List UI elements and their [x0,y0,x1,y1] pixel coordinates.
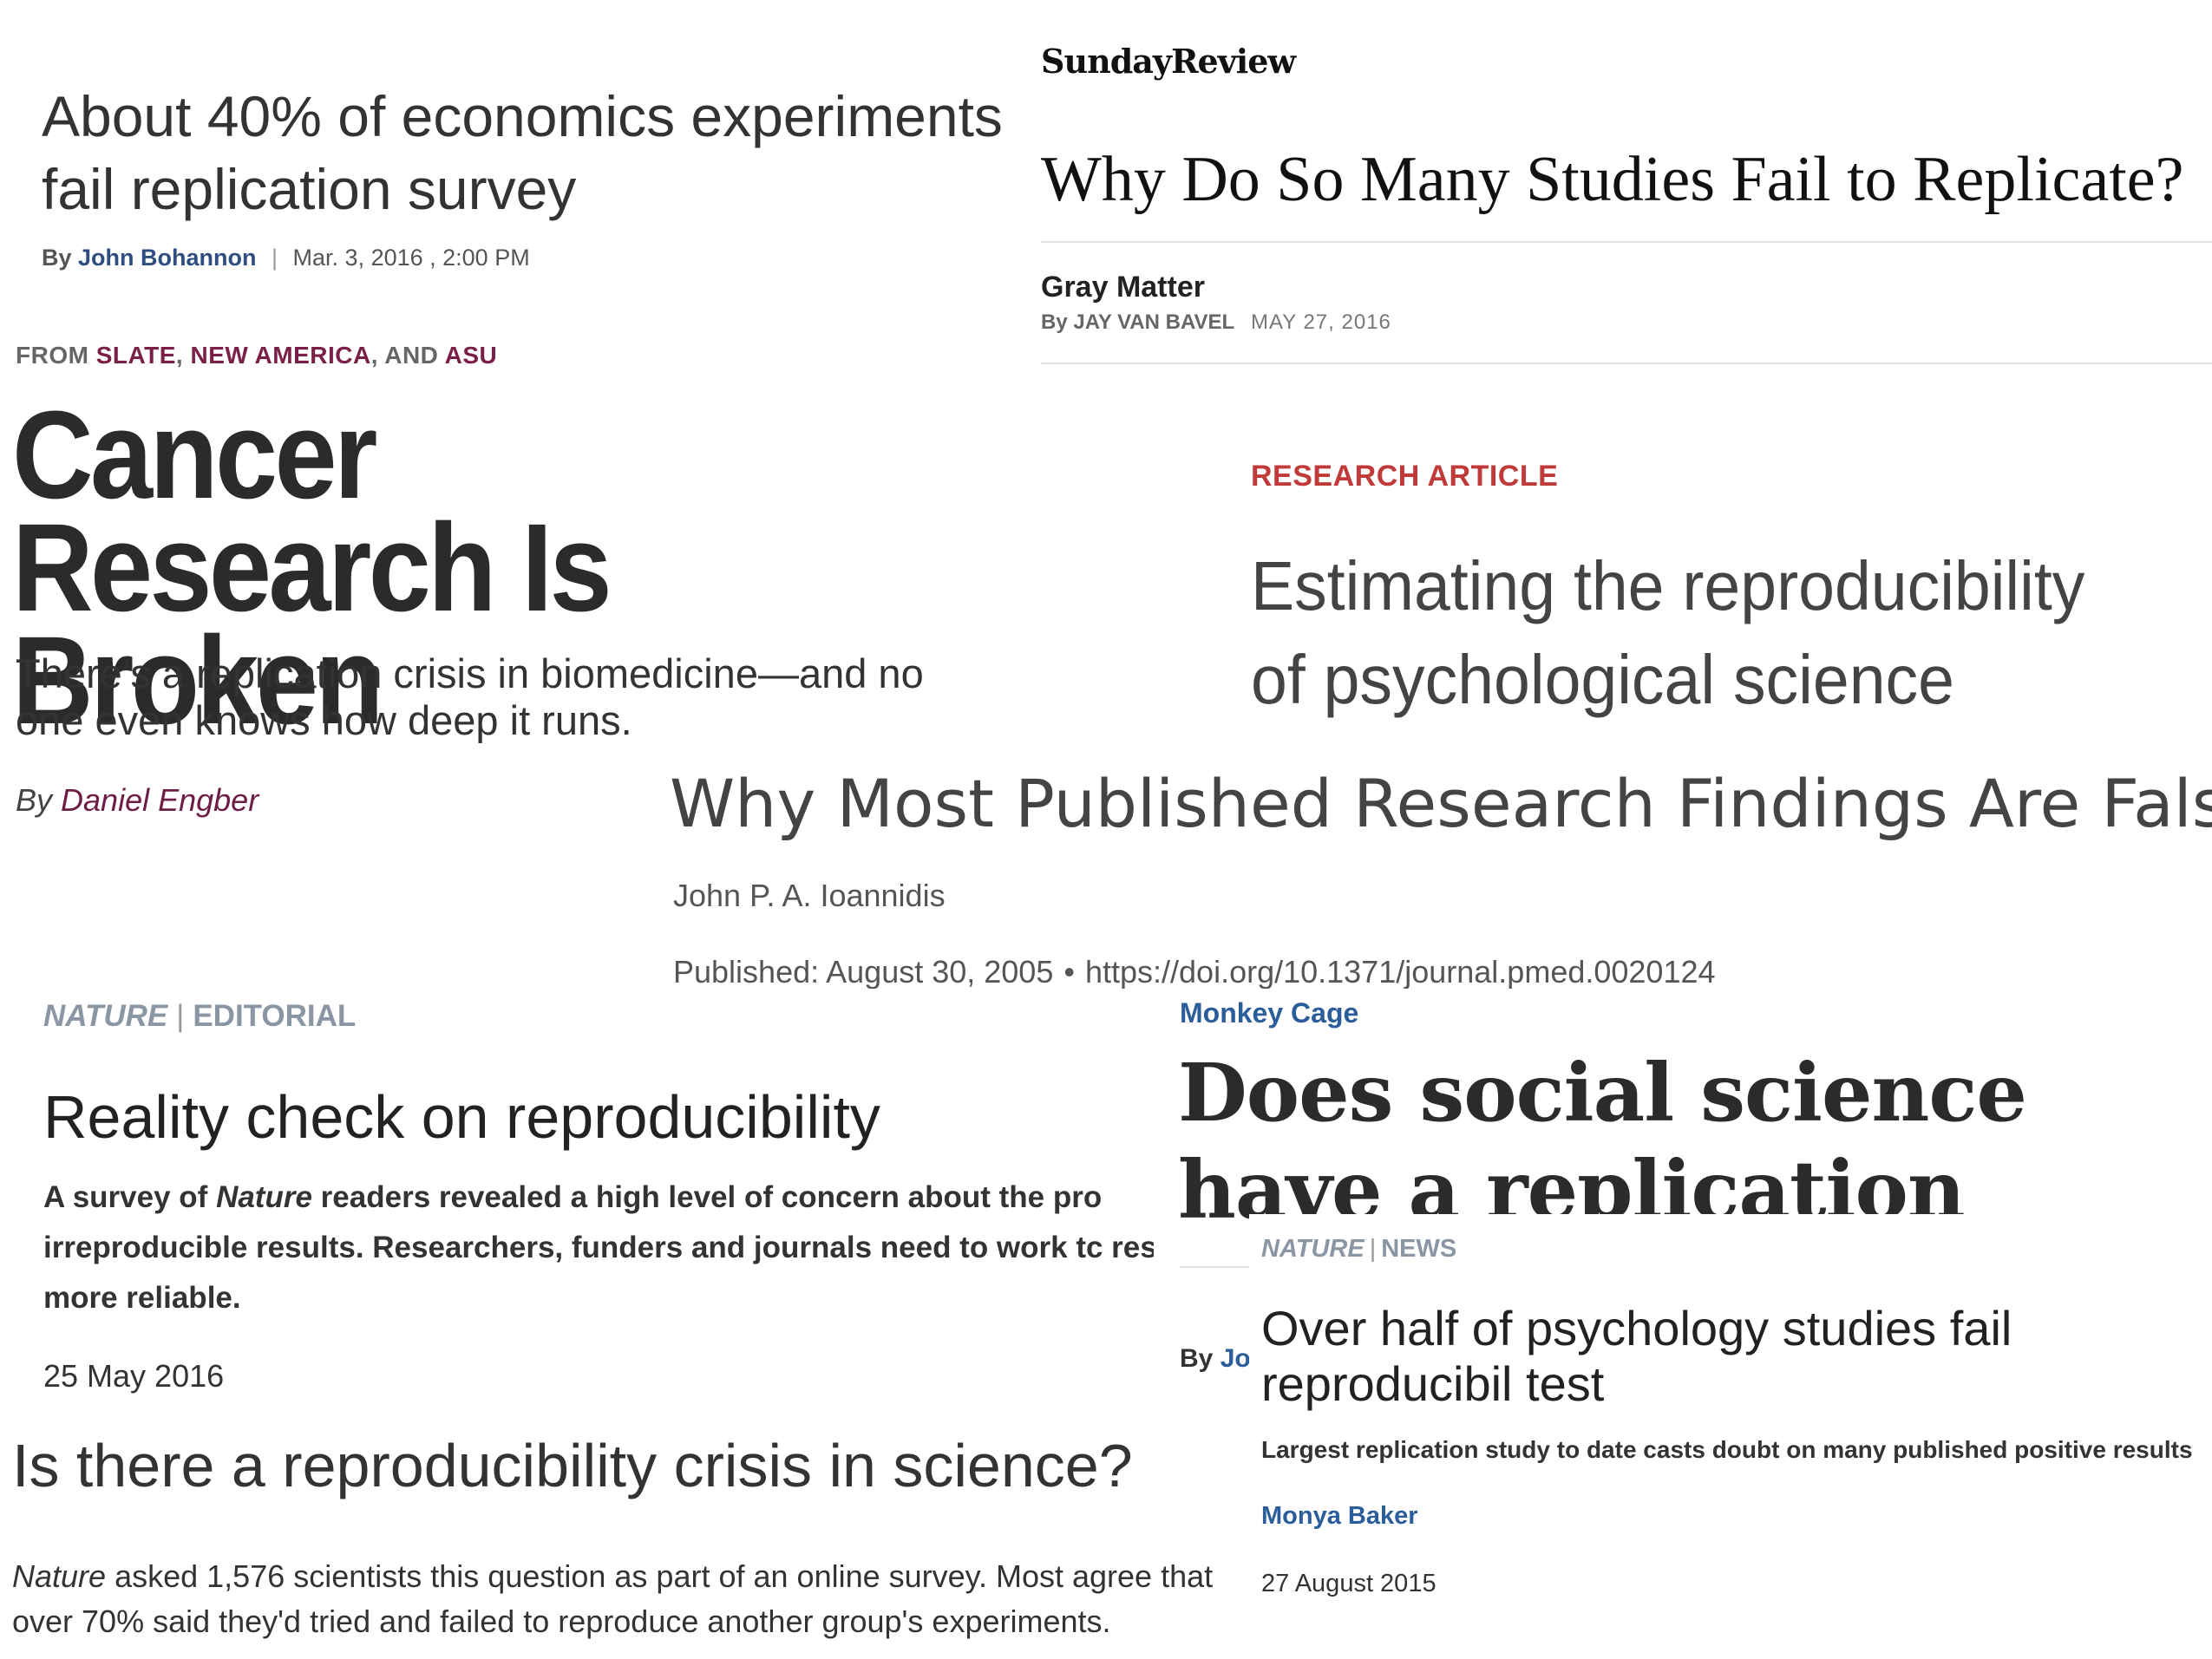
by-label: By [42,245,72,271]
author-link[interactable]: Monya Baker [1261,1502,1418,1531]
headline: Estimating the reproducibility of psycho… [1251,547,2085,718]
kicker: NATURE | EDITORIAL [43,999,356,1034]
byline: By JAY VAN BAVEL [1041,310,1235,334]
dek: There’s a replication crisis in biomedic… [16,650,924,743]
divider [1041,241,2212,243]
section-label: NEWS [1381,1235,1457,1263]
by-label: By [16,782,53,818]
brand-label: NATURE [1261,1235,1365,1263]
separator: | [1369,1235,1377,1263]
date: MAY 27, 2016 [1251,310,1391,334]
section-link[interactable]: Monkey Cage [1180,997,1358,1029]
kicker: NATURE | NEWS [1261,1235,1456,1264]
body-text: Nature asked 1,576 scientists this quest… [12,1554,1244,1644]
divider [1180,1266,1249,1268]
published-date: Published: August 30, 2005 [673,954,1054,990]
date: 27 August 2015 [1261,1570,1436,1597]
org-asu[interactable]: ASU [445,342,498,369]
headline: About 40% of economics experiments fail … [42,84,1003,221]
brand-label: NATURE [43,999,168,1033]
headline: Why Most Published Research Findings Are… [670,765,2212,842]
dek: A survey of Nature readers revealed a hi… [43,1172,1154,1323]
separator: | [176,999,185,1033]
section-name: SundayReview [1041,42,1296,81]
publication-meta: Published: August 30, 2005 • https://doi.o… [673,954,1716,990]
from-label: FROM [16,342,89,369]
and-label: , AND [370,342,439,369]
byline: By John Bohannon | Mar. 3, 2016 , 2:00 P… [42,245,530,271]
science-research-article-clipping: RESEARCH ARTICLE Estimating the reproduc… [1214,434,2212,746]
dek-part-2: readers revealed a high level of concern… [43,1180,1154,1315]
comma: , [175,342,184,369]
dateline: Mar. 3, 2016 , 2:00 PM [292,245,530,271]
nature-news-clipping: NATURE | NEWS Over half of psychology stud… [1249,1214,2212,1659]
org-new-america[interactable]: NEW AMERICA [190,342,370,369]
author-link[interactable]: Daniel Engber [61,782,259,818]
nature-editorial-clipping: NATURE | EDITORIAL Reality check on reprod… [0,989,1154,1405]
nature-survey-clipping: Is there a reproducibility crisis in sci… [0,1405,1249,1659]
date: 25 May 2016 [43,1358,225,1394]
science-economics-clipping: About 40% of economics experiments fail … [0,0,1024,330]
nyt-sunday-review-clipping: SundayReview Why Do So Many Studies Fail… [1024,0,2212,382]
byline: By Daniel Engber [16,782,259,819]
org-slate[interactable]: SLATE [96,342,176,369]
headline: Why Do So Many Studies Fail to Replicate… [1041,144,2184,215]
dek-italic: Nature [216,1180,312,1214]
headline: Reality check on reproducibility [43,1083,880,1151]
body-main: asked 1,576 scientists this question as … [12,1558,1214,1639]
author-link[interactable]: John Bohannon [78,245,256,271]
by-label: By [1180,1344,1214,1373]
divider [1041,362,2212,364]
section-label: EDITORIAL [193,999,357,1033]
author-link[interactable]: Jos [1221,1344,1249,1373]
headline: Over half of psychology studies fail rep… [1261,1301,2012,1411]
byline: By Jos [1180,1344,1249,1374]
dek: Largest replication study to date casts … [1261,1436,2193,1463]
body-italic: Nature [12,1558,107,1594]
column-name: Gray Matter [1041,271,1205,304]
source-line: FROM SLATE, NEW AMERICA, AND ASU [16,342,497,369]
author[interactable]: John P. A. Ioannidis [673,878,946,914]
doi-link[interactable]: https://doi.org/10.1371/journal.pmed.002… [1085,954,1716,990]
separator: | [272,245,278,271]
headline: Is there a reproducibility crisis in sci… [12,1432,1133,1499]
article-type-label: RESEARCH ARTICLE [1251,460,1559,493]
wapo-byline-fragment: By Jos [1154,1257,1249,1414]
dek-part-1: A survey of [43,1180,208,1214]
plos-ioannidis-clipping: Why Most Published Research Findings Are… [659,746,2212,1006]
bullet: • [1063,954,1075,990]
